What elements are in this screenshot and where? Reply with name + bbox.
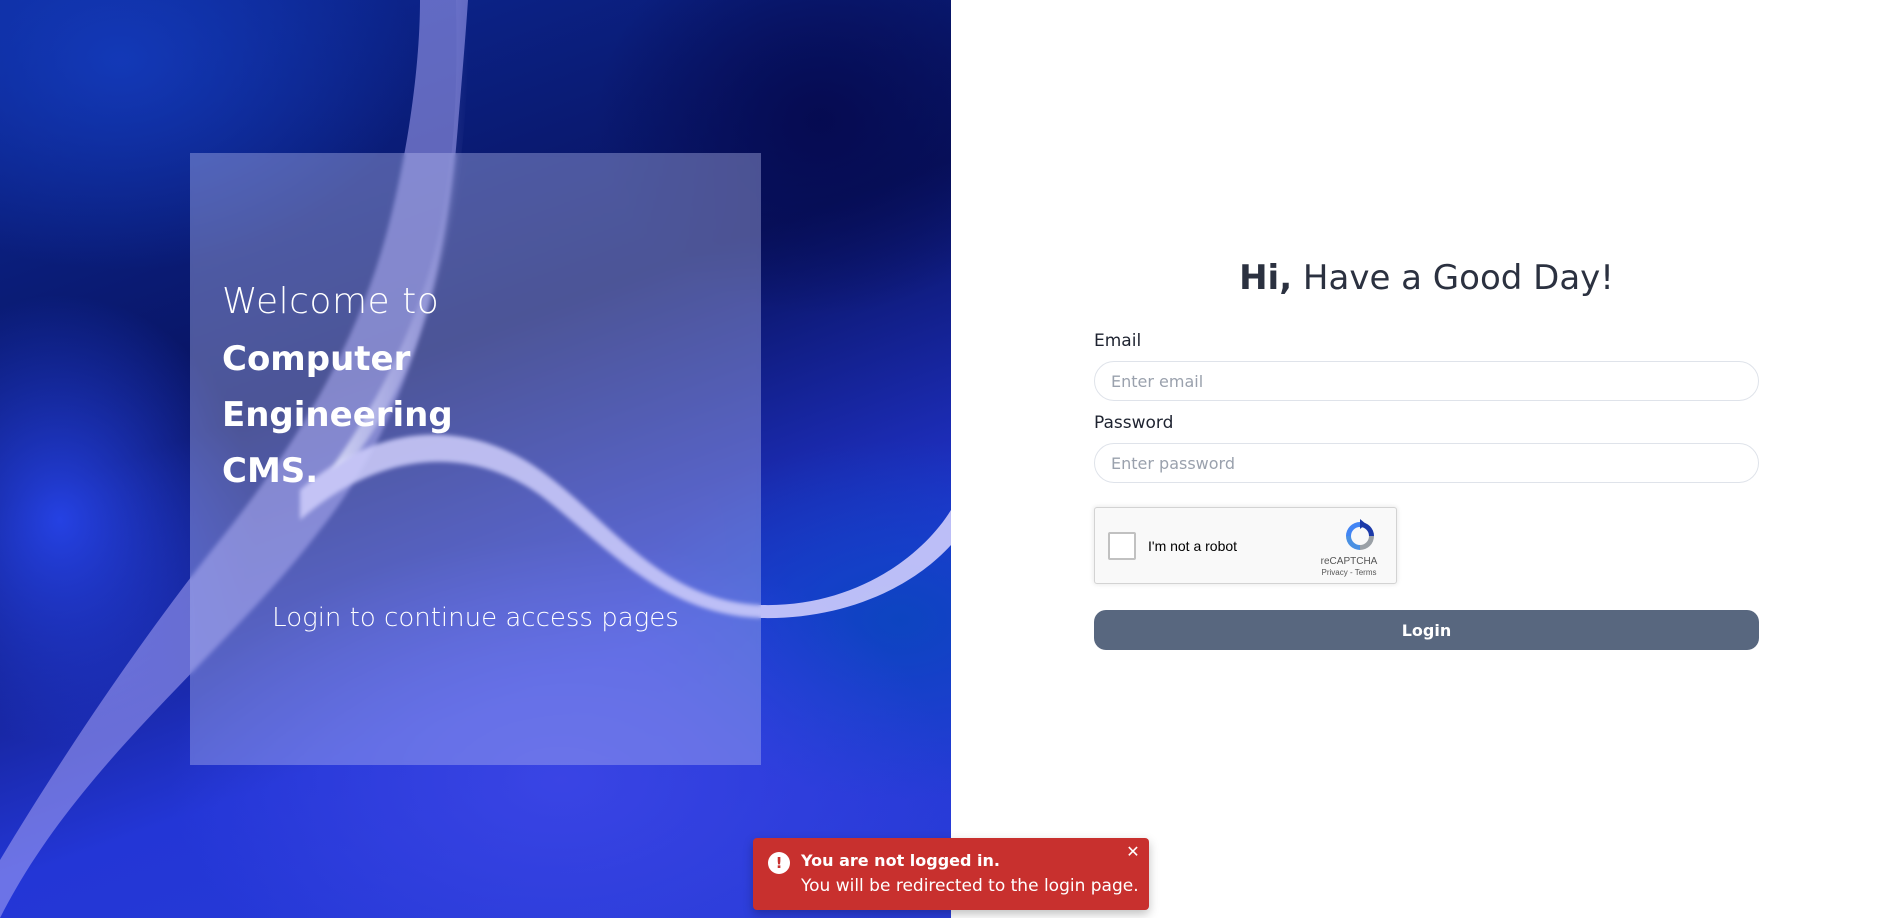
recaptcha-terms-link[interactable]: Terms: [1355, 568, 1377, 577]
recaptcha-checkbox[interactable]: [1108, 532, 1136, 560]
welcome-text: Welcome to: [222, 281, 440, 322]
hero-panel: Welcome to Computer Engineering CMS. Log…: [0, 0, 951, 918]
recaptcha-label: I'm not a robot: [1148, 538, 1238, 554]
alert-circle-icon: !: [768, 852, 790, 874]
brand-name-line-2: Engineering: [222, 395, 453, 435]
close-icon[interactable]: ✕: [1125, 844, 1141, 860]
recaptcha-links: Privacy - Terms: [1314, 568, 1384, 577]
page-title: Hi, Have a Good Day!: [1094, 258, 1759, 303]
recaptcha-widget: I'm not a robot reCAPTCHA Privacy - Term…: [1094, 507, 1397, 584]
email-label: Email: [1094, 331, 1142, 351]
login-button[interactable]: Login: [1094, 610, 1759, 650]
recaptcha-privacy-link[interactable]: Privacy: [1322, 568, 1348, 577]
toast-message: You will be redirected to the login page…: [801, 876, 1139, 896]
recaptcha-brand: reCAPTCHA: [1320, 556, 1378, 567]
login-form: Hi, Have a Good Day! Email Password I'm …: [1094, 258, 1759, 650]
email-field[interactable]: [1094, 361, 1759, 401]
toast-title: You are not logged in.: [801, 851, 1000, 870]
password-label: Password: [1094, 413, 1174, 433]
greeting-text: Have a Good Day!: [1292, 258, 1614, 298]
error-toast: ! You are not logged in. You will be red…: [753, 838, 1149, 910]
recaptcha-logo-icon: [1346, 519, 1374, 550]
welcome-card: Welcome to Computer Engineering CMS. Log…: [190, 153, 761, 765]
brand-name-line-3: CMS.: [222, 451, 319, 491]
welcome-subtitle: Login to continue access pages: [272, 603, 679, 633]
password-field[interactable]: [1094, 443, 1759, 483]
brand-name-line-1: Computer: [222, 339, 411, 379]
recaptcha-link-separator: -: [1347, 568, 1355, 577]
greeting-bold: Hi,: [1239, 258, 1293, 298]
